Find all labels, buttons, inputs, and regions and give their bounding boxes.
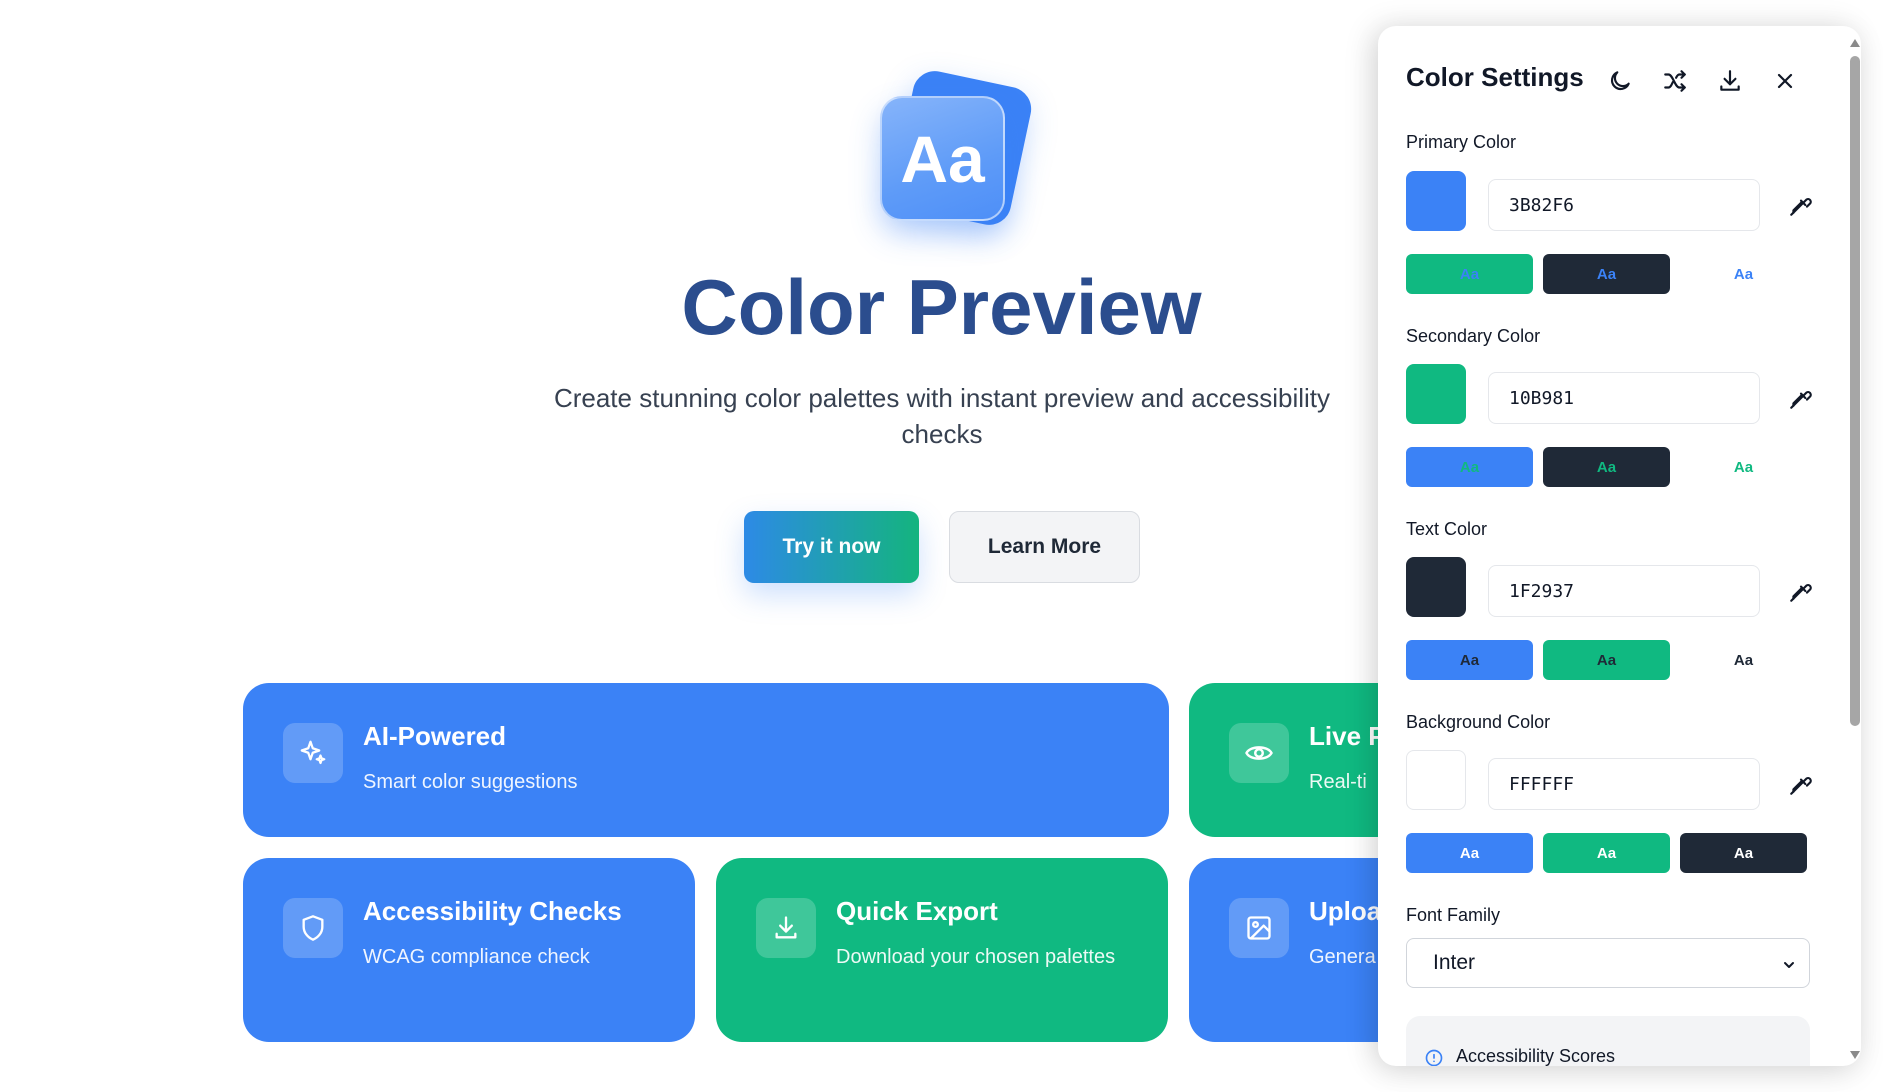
secondary-color-swatch[interactable]: [1406, 364, 1466, 424]
feature-desc: Smart color suggestions: [363, 771, 578, 793]
shuffle-icon[interactable]: [1658, 64, 1692, 98]
feature-title: AI-Powered: [363, 721, 507, 751]
background-color-swatch[interactable]: [1406, 750, 1466, 810]
panel-scrollbar[interactable]: [1847, 26, 1863, 1066]
contrast-preview: Aa: [1680, 254, 1807, 294]
font-family-select[interactable]: Inter: [1406, 938, 1810, 988]
text-color-swatch[interactable]: [1406, 557, 1466, 617]
eyedropper-icon[interactable]: [1784, 574, 1818, 608]
image-icon: [1229, 898, 1289, 958]
feature-title: Uploa: [1309, 896, 1382, 926]
page: Aa Color Preview Create stunning color p…: [0, 0, 1883, 1092]
contrast-preview: Aa: [1406, 833, 1533, 873]
feature-desc: WCAG compliance check: [363, 946, 590, 968]
feature-desc: Download your chosen palettes: [836, 946, 1116, 968]
page-subtitle: Create stunning color palettes with inst…: [553, 383, 1331, 449]
scroll-down-arrow-icon[interactable]: [1850, 1046, 1860, 1064]
contrast-preview: Aa: [1543, 447, 1670, 487]
feature-title: Quick Export: [836, 896, 998, 926]
contrast-preview: Aa: [1543, 640, 1670, 680]
background-color-label: Background Color: [1406, 712, 1551, 732]
primary-hex-input[interactable]: 3B82F6: [1488, 179, 1760, 231]
shield-icon: [283, 898, 343, 958]
font-family-label: Font Family: [1406, 905, 1501, 925]
eyedropper-icon[interactable]: [1784, 767, 1818, 801]
accessibility-scores-section: Accessibility Scores: [1406, 1016, 1810, 1066]
contrast-preview: Aa: [1680, 447, 1807, 487]
contrast-preview: Aa: [1680, 833, 1807, 873]
feature-card-accessibility[interactable]: Accessibility Checks WCAG compliance che…: [243, 858, 695, 1042]
feature-card-ai-powered[interactable]: AI-Powered Smart color suggestions: [243, 683, 1169, 837]
close-icon[interactable]: [1768, 64, 1802, 98]
moon-icon[interactable]: [1603, 64, 1637, 98]
contrast-preview: Aa: [1406, 254, 1533, 294]
contrast-preview: Aa: [1406, 447, 1533, 487]
eyedropper-icon[interactable]: [1784, 188, 1818, 222]
text-color-label: Text Color: [1406, 519, 1488, 539]
primary-color-label: Primary Color: [1406, 132, 1517, 152]
try-it-now-button[interactable]: Try it now: [744, 511, 919, 583]
eye-icon: [1229, 723, 1289, 783]
contrast-preview: Aa: [1680, 640, 1807, 680]
background-hex-input[interactable]: FFFFFF: [1488, 758, 1760, 810]
eyedropper-icon[interactable]: [1784, 381, 1818, 415]
secondary-color-label: Secondary Color: [1406, 326, 1541, 346]
scroll-up-arrow-icon[interactable]: [1850, 34, 1860, 52]
app-logo: Aa: [880, 67, 1036, 229]
accessibility-scores-title: Accessibility Scores: [1456, 1046, 1616, 1066]
panel-title: Color Settings: [1406, 62, 1584, 92]
secondary-hex-input[interactable]: 10B981: [1488, 372, 1760, 424]
font-family-value: Inter: [1433, 951, 1476, 974]
text-hex-input[interactable]: 1F2937: [1488, 565, 1760, 617]
primary-color-swatch[interactable]: [1406, 171, 1466, 231]
contrast-preview: Aa: [1543, 254, 1670, 294]
download-icon: [756, 898, 816, 958]
contrast-preview: Aa: [1543, 833, 1670, 873]
feature-title: Live P: [1309, 721, 1386, 751]
download-icon[interactable]: [1713, 64, 1747, 98]
feature-card-quick-export[interactable]: Quick Export Download your chosen palett…: [716, 858, 1168, 1042]
color-settings-panel: Color Settings Primary Color 3B82F6 Aa A…: [1378, 26, 1861, 1066]
learn-more-button[interactable]: Learn More: [949, 511, 1140, 583]
info-icon: [1424, 1048, 1444, 1066]
sparkles-icon: [283, 723, 343, 783]
chevron-down-icon: [1781, 955, 1797, 979]
scroll-thumb[interactable]: [1850, 56, 1860, 726]
logo-text: Aa: [900, 121, 985, 196]
contrast-preview: Aa: [1406, 640, 1533, 680]
logo-front-tile: Aa: [880, 96, 1005, 221]
feature-title: Accessibility Checks: [363, 896, 622, 926]
